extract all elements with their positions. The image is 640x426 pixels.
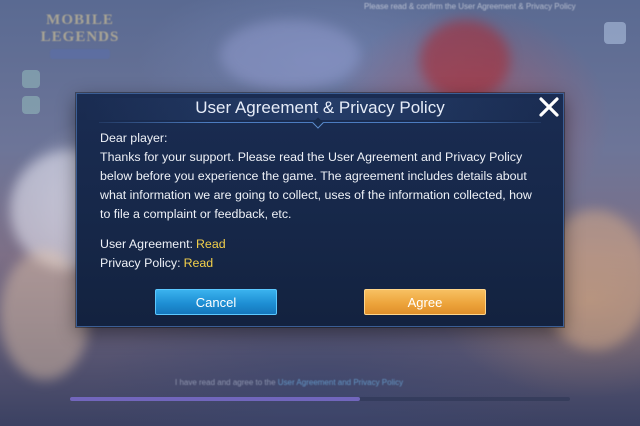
privacy-policy-row: Privacy Policy: Read	[100, 254, 226, 273]
cancel-button[interactable]: Cancel	[155, 289, 277, 315]
bottom-consent-prefix: I have read and agree to the	[175, 378, 278, 387]
bottom-consent-link[interactable]: User Agreement and Privacy Policy	[278, 378, 403, 387]
message-text: Thanks for your support. Please read the…	[100, 150, 532, 221]
privacy-policy-label: Privacy Policy:	[100, 256, 181, 270]
side-notice-icon[interactable]	[22, 96, 40, 114]
close-button[interactable]	[538, 96, 560, 118]
agree-button[interactable]: Agree	[364, 289, 486, 315]
user-agreement-row: User Agreement: Read	[100, 235, 226, 254]
bg-character-red	[420, 20, 510, 100]
dialog-title: User Agreement & Privacy Policy	[195, 98, 445, 117]
settings-icon[interactable]	[604, 22, 626, 44]
agreement-links: User Agreement: Read Privacy Policy: Read	[100, 235, 226, 273]
game-logo-text: MOBILE LEGENDS	[40, 12, 120, 45]
user-agreement-label: User Agreement:	[100, 237, 193, 251]
close-icon	[539, 97, 559, 117]
dialog-message: Dear player: Thanks for your support. Pl…	[100, 129, 545, 224]
bottom-consent-text: I have read and agree to the User Agreem…	[175, 378, 475, 388]
loading-bar	[70, 397, 360, 401]
side-menu-icon[interactable]	[22, 70, 40, 88]
privacy-policy-read-link[interactable]: Read	[184, 256, 214, 270]
user-agreement-read-link[interactable]: Read	[196, 237, 226, 251]
bg-sky-glow	[220, 20, 360, 90]
game-logo: MOBILE LEGENDS	[30, 12, 130, 64]
greeting-text: Dear player:	[100, 131, 168, 145]
top-notice: Please read & confirm the User Agreement…	[364, 2, 576, 11]
agreement-dialog: User Agreement & Privacy Policy Dear pla…	[76, 93, 564, 327]
game-logo-ribbon	[50, 49, 110, 59]
